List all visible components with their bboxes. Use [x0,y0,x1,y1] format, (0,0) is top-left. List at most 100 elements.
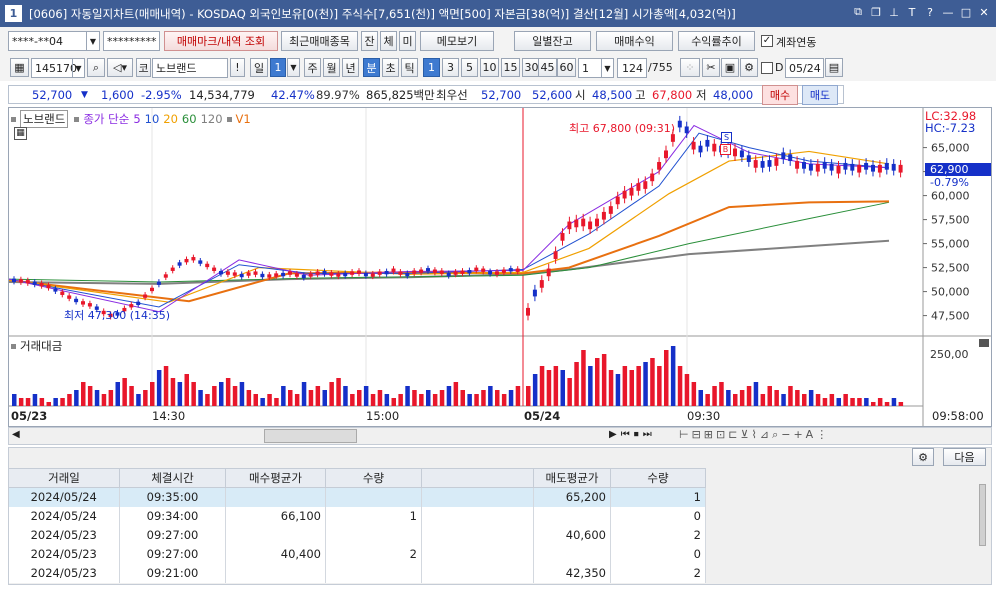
header-sell-qty[interactable]: 수량 [610,468,706,488]
open-label: 시 [575,87,586,102]
tab-year[interactable]: 년 [342,58,359,77]
panel-close-icon[interactable] [979,339,989,347]
interval-15[interactable]: 15 [501,58,520,77]
nodes-icon[interactable]: ⁘ [680,58,700,77]
chart-type-icon[interactable]: ▦ [10,58,29,77]
maximize-icon[interactable]: □ [959,4,973,20]
legend-ma60[interactable]: 60 [182,112,197,126]
chevron-down-icon[interactable]: ▼ [601,59,613,77]
count-input[interactable]: 124 [617,58,647,78]
tab-day[interactable]: 일 [250,58,268,77]
header-buy-qty[interactable]: 수량 [325,468,422,488]
tab-month[interactable]: 월 [323,58,340,77]
tab-tick[interactable]: 틱 [401,58,418,77]
save-icon[interactable]: ▣ [721,58,739,77]
return-trend-button[interactable]: 수익률추이 [678,31,755,51]
gear-icon[interactable]: ⚙ [740,58,758,77]
trade-profit-button[interactable]: 매매수익 [596,31,673,51]
pin-icon[interactable]: ⊥ [887,4,901,20]
unit-select[interactable]: 1 ▼ [578,58,614,78]
chevron-down-icon[interactable]: ▼ [287,58,300,77]
header-sell-avg[interactable]: 매도평균가 [533,468,611,488]
interval-10[interactable]: 10 [480,58,499,77]
mark-query-button[interactable]: 매매마크/내역 조회 [164,31,278,51]
scrollbar-thumb[interactable] [264,429,357,443]
memo-button[interactable]: 메모보기 [420,31,494,51]
volume-bar [419,394,424,406]
unfilled-button[interactable]: 미 [399,31,416,51]
date-input[interactable]: 05/24 [785,58,824,78]
header-date[interactable]: 거래일 [8,468,120,488]
balance-button[interactable]: 잔 [361,31,378,51]
price-chart[interactable]: 65,00062,50060,00057,50055,00052,50050,0… [8,108,991,426]
account-link-checkbox[interactable]: ✓ [761,35,773,47]
recent-trades-button[interactable]: 최근매매종목 [281,31,358,51]
chevron-down-icon[interactable]: ▼ [86,32,99,50]
candle-body [664,150,668,159]
table-row[interactable]: 2024/05/23 09:27:00 40,600 2 [8,525,706,545]
interval-1[interactable]: 1 [423,58,440,77]
legend-ma10[interactable]: 10 [145,112,160,126]
window-title: [0606] 자동일지차트(매매내역) - KOSDAQ 외국인보유[0(천)]… [29,6,736,21]
next-button[interactable]: 다음 [943,448,986,466]
restore-icon[interactable]: ❐ [869,4,883,20]
volume-bar [726,390,731,406]
buy-button[interactable]: 매수 [762,85,798,105]
header-time[interactable]: 체결시간 [119,468,226,488]
interval-3[interactable]: 3 [442,58,459,77]
stock-name-field[interactable]: 노브랜드 [152,58,228,78]
tab-minute[interactable]: 분 [363,58,380,77]
speaker-icon[interactable]: ◁▾ [107,58,133,77]
drawing-tools[interactable]: ⊢⊟⊞⊡⊏⊻⌇⊿⌕−+A⋮ [679,428,830,442]
table-row[interactable]: 2024/05/23 09:27:00 40,400 2 0 [8,544,706,564]
volume-title[interactable]: 거래대금 [20,338,62,354]
legend-ma120[interactable]: 120 [201,112,223,126]
sell-button[interactable]: 매도 [802,85,838,105]
link-icon[interactable]: ⧉ [851,4,865,20]
cell-date: 2024/05/23 [8,563,120,583]
legend-ma5[interactable]: 5 [133,112,140,126]
interval-60[interactable]: 60 [557,58,576,77]
settings-icon[interactable]: ⚙ [912,448,934,466]
buy-marker[interactable]: B [720,144,731,155]
table-scrollbar[interactable] [979,484,986,546]
scroll-left-icon[interactable]: ◀ [12,429,20,440]
day-count[interactable]: 1 [270,58,286,77]
table-row[interactable]: 2024/05/24 09:35:00 65,200 1 [8,487,706,507]
volume-bar [843,394,848,406]
daily-balance-button[interactable]: 일별잔고 [514,31,591,51]
volume-bar [53,398,58,406]
interval-45[interactable]: 45 [538,58,557,77]
calendar-icon[interactable]: ▤ [825,58,843,77]
volume-bar [219,382,224,406]
legend-ma20[interactable]: 20 [163,112,178,126]
header-buy-avg[interactable]: 매수평균가 [225,468,326,488]
sell-marker[interactable]: S [721,132,732,143]
candles [12,115,903,321]
account-select[interactable]: ****-**04 ▼ [8,31,100,51]
interval-5[interactable]: 5 [461,58,478,77]
stock-code-input[interactable]: 145170 ▼ [31,58,85,78]
tools-icon[interactable]: ✂ [702,58,720,77]
search-icon[interactable]: ⌕ [87,58,105,77]
playback-controls[interactable]: ▶⏮⏹⏭ [609,429,656,440]
filled-button[interactable]: 체 [380,31,397,51]
candle-body [553,251,558,259]
table-row[interactable]: 2024/05/24 09:34:00 66,100 1 0 [8,506,706,526]
legend-ma-label[interactable]: 종가 단순 [83,111,129,127]
grid-toggle-icon[interactable]: ▦ [14,127,27,140]
date-checkbox[interactable] [761,62,773,74]
font-icon[interactable]: T [905,4,919,20]
close-icon[interactable]: ✕ [977,4,991,20]
chart-panel[interactable]: 65,00062,50060,00057,50055,00052,50050,0… [8,107,992,427]
minimize-icon[interactable]: — [941,4,955,20]
warning-icon[interactable]: ! [230,58,245,77]
help-icon[interactable]: ? [923,4,937,20]
tab-week[interactable]: 주 [304,58,321,77]
table-row[interactable]: 2024/05/23 09:21:00 42,350 2 [8,563,706,583]
legend-stock[interactable]: 노브랜드 [20,110,69,128]
tab-second[interactable]: 초 [382,58,399,77]
password-field[interactable]: ********* [103,31,160,51]
chevron-down-icon[interactable]: ▼ [72,59,84,77]
legend-v1[interactable]: V1 [236,112,251,126]
